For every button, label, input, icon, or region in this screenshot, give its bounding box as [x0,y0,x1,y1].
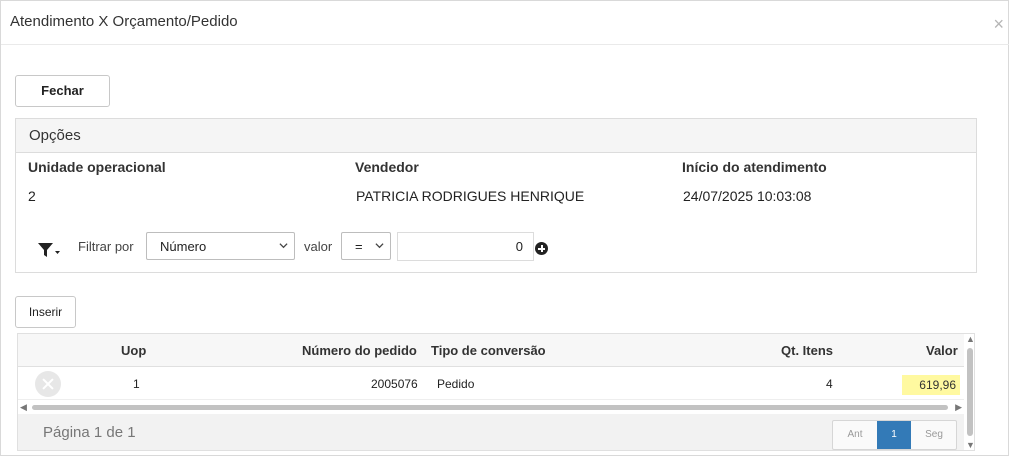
page-info: Página 1 de 1 [43,424,136,441]
add-filter-icon[interactable] [535,242,548,255]
cell-tipo: Pedido [437,377,475,391]
filter-icon[interactable] [37,241,61,259]
cell-uop: 1 [133,377,140,391]
modal-header: Atendimento X Orçamento/Pedido × [1,1,1009,45]
close-icon[interactable]: × [993,15,1004,33]
prev-page-button[interactable]: Ant [833,421,877,449]
col-uop-header[interactable]: Uop [121,343,146,358]
options-panel-title: Opções [29,127,81,144]
fechar-button[interactable]: Fechar [15,75,110,107]
operator-select[interactable]: = [341,232,391,260]
chevron-down-icon [279,243,288,249]
cell-valor: 619,96 [902,375,960,395]
unidade-value: 2 [28,188,36,204]
vertical-scroll-thumb[interactable] [967,348,973,436]
chevron-down-icon [375,243,384,249]
filtrar-por-label: Filtrar por [78,239,134,254]
valor-label: valor [304,239,333,254]
scroll-up-icon[interactable]: ▲ [966,334,975,344]
col-numero-header[interactable]: Número do pedido [302,343,417,358]
options-panel-header: Opções [16,119,976,153]
modal-title: Atendimento X Orçamento/Pedido [10,13,238,30]
inicio-label: Início do atendimento [682,159,827,175]
scroll-left-icon[interactable]: ◀ [20,402,27,413]
inicio-value: 24/07/2025 10:03:08 [683,188,812,204]
col-qt-header[interactable]: Qt. Itens [781,343,833,358]
pagination-bar: Página 1 de 1 Ant 1 Seg [18,414,964,450]
vendedor-value: PATRICIA RODRIGUES HENRIQUE [356,188,585,204]
scroll-right-icon[interactable]: ▶ [955,402,962,413]
remove-row-icon[interactable] [35,371,61,397]
modal-dialog: Atendimento X Orçamento/Pedido × Fechar … [0,0,1009,456]
unidade-label: Unidade operacional [28,159,166,175]
pager: Ant 1 Seg [832,420,957,450]
table-row[interactable]: 1 2005076 Pedido 4 619,96 [18,368,964,400]
col-tipo-header[interactable]: Tipo de conversão [431,343,546,358]
filter-value-text: 0 [515,239,523,254]
filter-field-select[interactable]: Número [146,232,295,260]
scroll-down-icon[interactable]: ▼ [966,440,975,450]
filter-field-value: Número [160,239,207,254]
grid-header: Uop Número do pedido Tipo de conversão Q… [18,334,964,367]
inserir-button[interactable]: Inserir [15,296,76,328]
cell-numero: 2005076 [371,377,418,391]
filter-value-input[interactable]: 0 [397,232,534,261]
operator-value: = [355,239,363,254]
col-valor-header[interactable]: Valor [926,343,958,358]
vertical-scrollbar[interactable]: ▲ ▼ [964,334,976,450]
horizontal-scroll-thumb[interactable] [32,405,948,410]
next-page-button[interactable]: Seg [911,421,957,449]
orders-grid: Uop Número do pedido Tipo de conversão Q… [17,333,975,451]
cell-qt: 4 [826,377,833,391]
horizontal-scrollbar[interactable]: ◀ ▶ [18,401,964,413]
vendedor-label: Vendedor [355,159,419,175]
current-page-button[interactable]: 1 [877,421,911,449]
